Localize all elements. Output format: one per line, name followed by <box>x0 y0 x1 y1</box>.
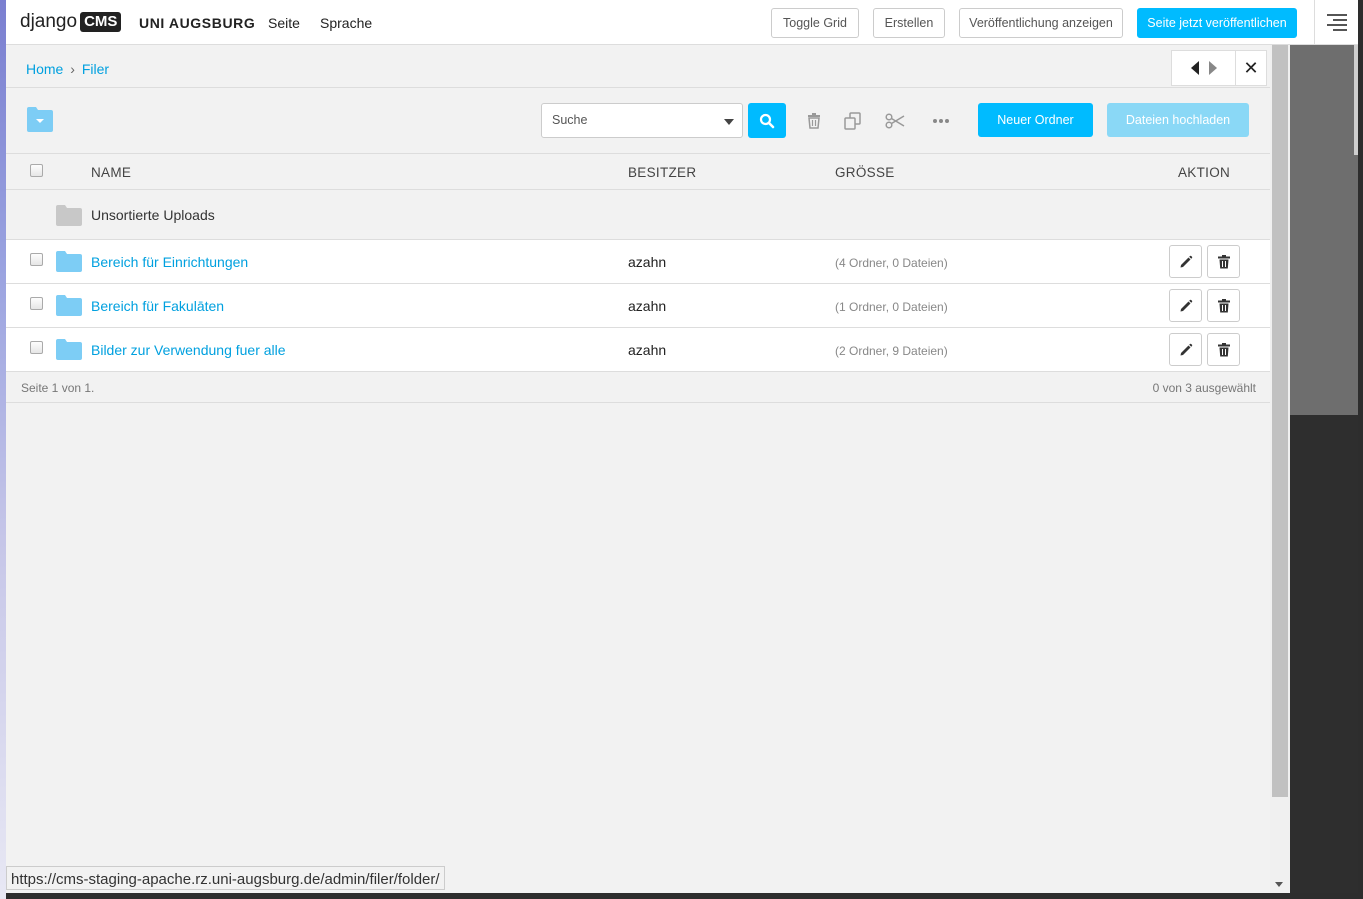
new-folder-button[interactable]: Neuer Ordner <box>978 103 1093 137</box>
folder-icon <box>56 295 82 316</box>
header-name[interactable]: NAME <box>91 165 131 180</box>
edit-button[interactable] <box>1169 289 1202 322</box>
breadcrumb-current[interactable]: Filer <box>82 61 109 77</box>
structure-panel <box>1290 45 1358 893</box>
frame-controls: ✕ <box>1171 50 1267 86</box>
action-bar: Neuer Ordner Dateien hochladen <box>6 89 1270 154</box>
edit-button[interactable] <box>1169 245 1202 278</box>
row-checkbox[interactable] <box>30 297 43 310</box>
cms-page: django CMS UNI AUGSBURG Seite Sprache To… <box>6 0 1358 893</box>
cms-toolbar: django CMS UNI AUGSBURG Seite Sprache To… <box>6 0 1358 45</box>
table-row: Bilder zur Verwendung fuer alle azahn (2… <box>6 328 1270 372</box>
menu-sprache[interactable]: Sprache <box>320 15 372 31</box>
delete-button[interactable] <box>1207 289 1240 322</box>
folder-icon <box>56 205 82 226</box>
pencil-icon <box>1180 255 1192 267</box>
folder-size: (2 Ordner, 9 Dateien) <box>835 344 948 358</box>
trash-icon <box>1217 254 1230 268</box>
more-icon[interactable] <box>931 111 951 131</box>
arrow-left-icon[interactable] <box>1190 61 1199 75</box>
hamburger-icon[interactable] <box>1314 0 1358 45</box>
breadcrumb: Home › Filer <box>26 61 109 77</box>
upload-files-button[interactable]: Dateien hochladen <box>1107 103 1249 137</box>
trash-icon <box>1217 342 1230 356</box>
select-all-checkbox[interactable] <box>30 164 43 177</box>
scrollbar-thumb[interactable] <box>1272 45 1288 797</box>
create-button[interactable]: Erstellen <box>873 8 945 38</box>
folder-dropdown-icon[interactable] <box>26 105 54 133</box>
panel-scrollbar[interactable] <box>1354 45 1358 155</box>
delete-button[interactable] <box>1207 333 1240 366</box>
chevron-down-icon[interactable] <box>724 119 734 125</box>
row-checkbox[interactable] <box>30 341 43 354</box>
search-button[interactable] <box>748 103 786 138</box>
site-menu[interactable]: UNI AUGSBURG <box>139 15 255 31</box>
logo-text: django <box>20 11 78 32</box>
pagination-info: Seite 1 von 1. <box>21 381 95 395</box>
status-bar-url: https://cms-staging-apache.rz.uni-augsbu… <box>6 866 445 890</box>
scissors-icon[interactable] <box>885 111 905 131</box>
folder-owner: azahn <box>628 298 667 314</box>
trash-icon[interactable] <box>804 111 824 131</box>
frame-scrollbar[interactable] <box>1270 45 1290 893</box>
view-published-button[interactable]: Veröffentlichung anzeigen <box>959 8 1123 38</box>
scroll-down-icon[interactable] <box>1275 882 1283 887</box>
unsorted-uploads-link[interactable]: Unsortierte Uploads <box>91 207 215 223</box>
trash-icon <box>1217 298 1230 312</box>
pencil-icon <box>1180 299 1192 311</box>
folder-icon <box>56 339 82 360</box>
breadcrumb-separator: › <box>70 61 75 77</box>
folder-icon <box>56 251 82 272</box>
close-icon[interactable]: ✕ <box>1236 51 1266 85</box>
table-footer: Seite 1 von 1. 0 von 3 ausgewählt <box>6 372 1270 403</box>
table-row-unsorted[interactable]: Unsortierte Uploads <box>6 190 1270 240</box>
edit-button[interactable] <box>1169 333 1202 366</box>
folder-name-link[interactable]: Bilder zur Verwendung fuer alle <box>91 342 286 358</box>
search-field[interactable] <box>541 103 743 138</box>
table-row: Bereich für Fakulāten azahn (1 Ordner, 0… <box>6 284 1270 328</box>
folder-table: NAME BESITZER GRÖSSE AKTION Unsortierte … <box>6 154 1270 403</box>
header-size[interactable]: GRÖSSE <box>835 165 895 180</box>
publish-now-button[interactable]: Seite jetzt veröffentlichen <box>1137 8 1297 38</box>
arrow-right-icon[interactable] <box>1208 61 1217 75</box>
folder-name-link[interactable]: Bereich für Fakulāten <box>91 298 224 314</box>
breadcrumb-bar: Home › Filer ✕ <box>6 45 1270 88</box>
pencil-icon <box>1180 343 1192 355</box>
breadcrumb-home[interactable]: Home <box>26 61 63 77</box>
filer-frame: Home › Filer ✕ Suche Neuer Ordner Dateie… <box>6 45 1290 893</box>
header-action: AKTION <box>1178 165 1231 180</box>
delete-button[interactable] <box>1207 245 1240 278</box>
django-cms-logo[interactable]: django CMS <box>20 11 122 33</box>
table-header: NAME BESITZER GRÖSSE AKTION <box>6 154 1270 190</box>
table-row: Bereich für Einrichtungen azahn (4 Ordne… <box>6 240 1270 284</box>
logo-badge: CMS <box>80 12 122 32</box>
selection-count: 0 von 3 ausgewählt <box>1152 381 1256 395</box>
search-icon <box>759 113 775 128</box>
copy-icon[interactable] <box>843 111 863 131</box>
folder-owner: azahn <box>628 254 667 270</box>
menu-seite[interactable]: Seite <box>268 15 300 31</box>
toggle-grid-button[interactable]: Toggle Grid <box>771 8 859 38</box>
row-checkbox[interactable] <box>30 253 43 266</box>
folder-size: (4 Ordner, 0 Dateien) <box>835 256 948 270</box>
frame-nav <box>1172 51 1236 85</box>
folder-owner: azahn <box>628 342 667 358</box>
search-input[interactable] <box>552 113 712 127</box>
folder-size: (1 Ordner, 0 Dateien) <box>835 300 948 314</box>
folder-name-link[interactable]: Bereich für Einrichtungen <box>91 254 248 270</box>
header-owner[interactable]: BESITZER <box>628 165 696 180</box>
